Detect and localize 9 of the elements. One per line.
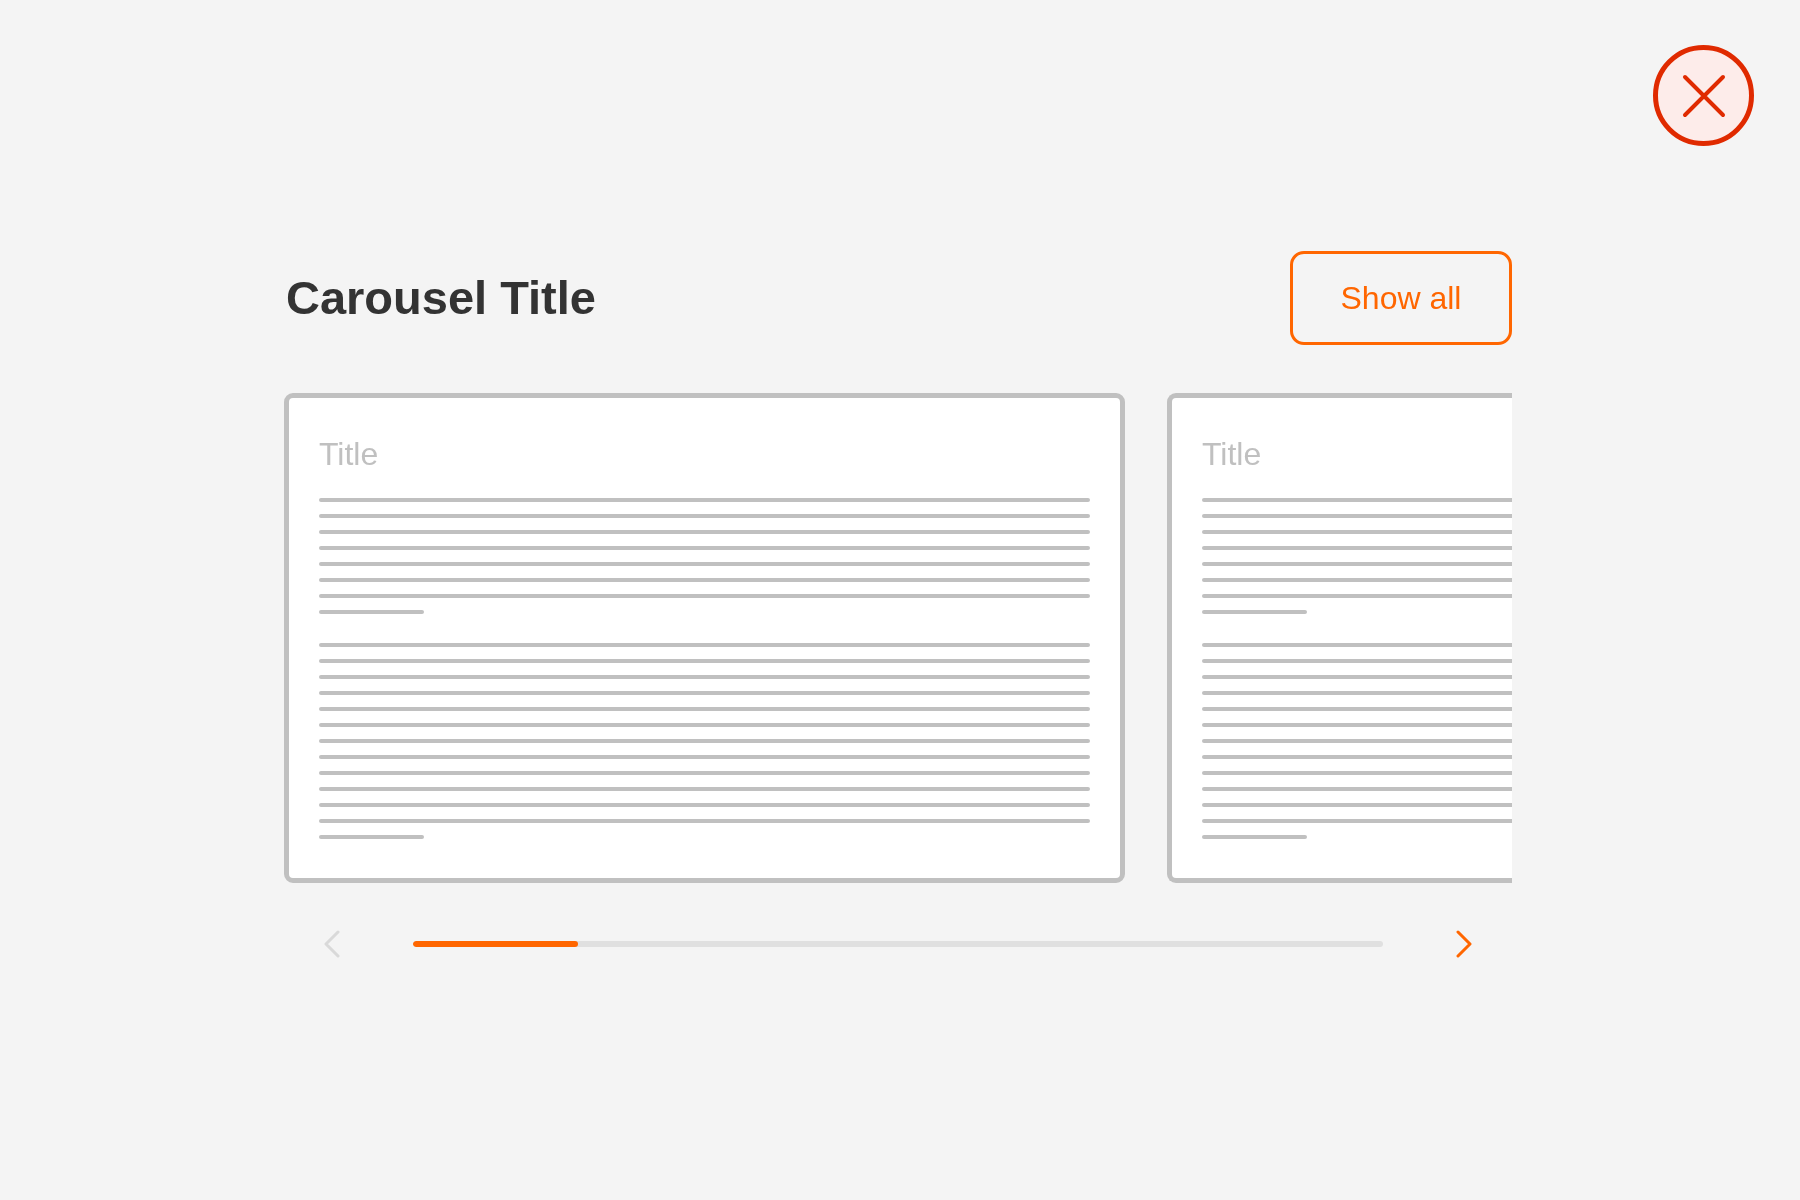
card-title: Title [1202, 436, 1263, 473]
carousel-title: Carousel Title [285, 270, 596, 325]
card-title: Title [319, 436, 380, 473]
show-all-button[interactable]: Show all [1290, 251, 1512, 345]
chevron-left-icon [324, 930, 340, 958]
close-icon [1681, 73, 1726, 118]
chevron-right-icon [1456, 930, 1472, 958]
next-button[interactable] [1456, 930, 1472, 958]
scroll-track[interactable] [413, 941, 1383, 947]
